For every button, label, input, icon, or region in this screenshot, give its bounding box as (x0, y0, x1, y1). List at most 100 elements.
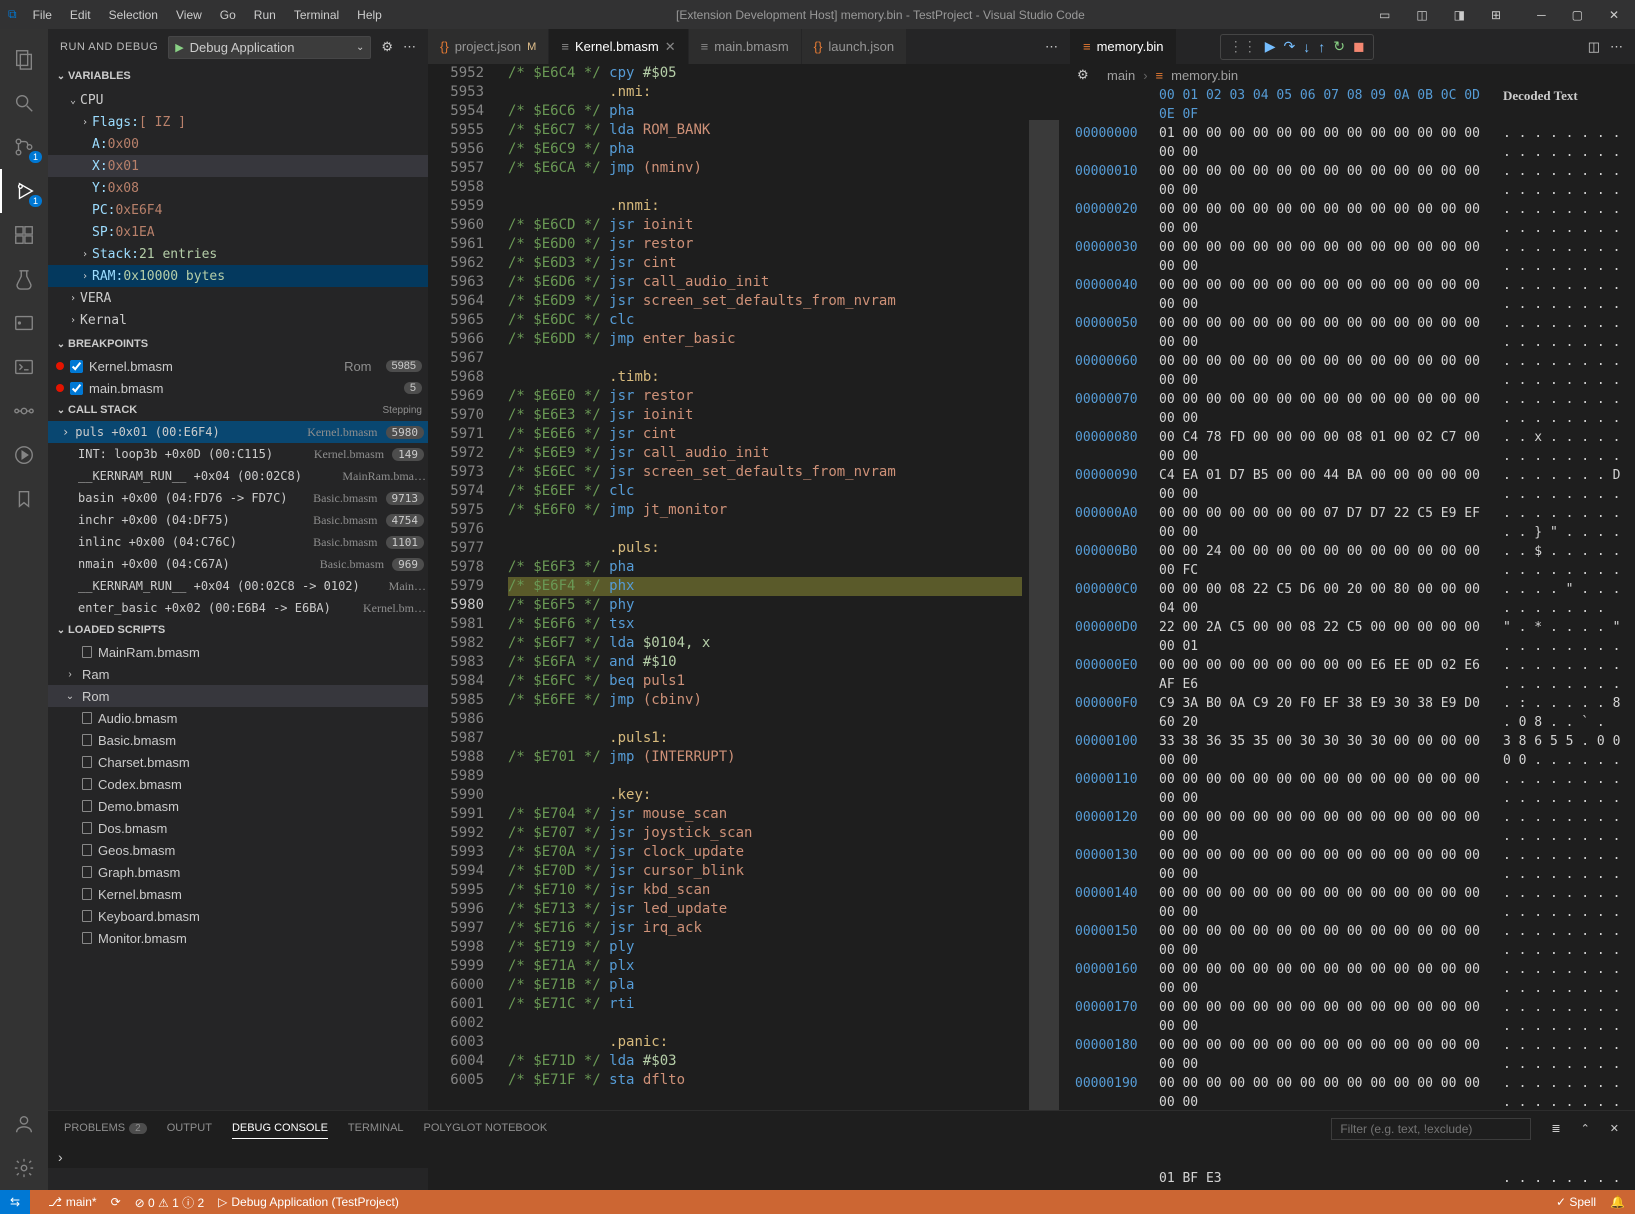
hex-row[interactable]: 0000001000 00 00 00 00 00 00 00 00 00 00… (1075, 162, 1635, 200)
run-debug-icon[interactable]: 1 (0, 169, 48, 213)
code-line[interactable]: /* $E6DC */ clc (508, 311, 1022, 330)
menu-selection[interactable]: Selection (101, 4, 166, 26)
hex-row[interactable]: 0000015000 00 00 00 00 00 00 00 00 00 00… (1075, 922, 1635, 960)
code-line[interactable]: /* $E71F */ sta dflto (508, 1071, 1022, 1090)
section-loaded[interactable]: ⌄LOADED SCRIPTS (48, 619, 428, 641)
code-line[interactable]: .puls: (508, 539, 1022, 558)
explorer-icon[interactable] (0, 37, 48, 81)
hex-row[interactable]: 00000090C4 EA 01 D7 B5 00 00 44 BA 00 00… (1075, 466, 1635, 504)
cpu-register[interactable]: SP: 0x1EA (48, 221, 428, 243)
code-line[interactable]: /* $E6D0 */ jsr restor (508, 235, 1022, 254)
hex-row[interactable]: 0000011000 00 00 00 00 00 00 00 00 00 00… (1075, 770, 1635, 808)
code-line[interactable]: /* $E6CD */ jsr ioinit (508, 216, 1022, 235)
code-line[interactable]: /* $E716 */ jsr irq_ack (508, 919, 1022, 938)
hex-row[interactable]: 000000F0C9 3A B0 0A C9 20 F0 EF 38 E9 30… (1075, 694, 1635, 732)
code-line[interactable]: /* $E6D3 */ jsr cint (508, 254, 1022, 273)
hex-row[interactable]: 0000002000 00 00 00 00 00 00 00 00 00 00… (1075, 200, 1635, 238)
editor-tab[interactable]: {}project.jsonM (428, 29, 549, 64)
continue-icon[interactable]: ▶ (1265, 38, 1276, 55)
loaded-script[interactable]: Charset.bmasm (48, 751, 428, 773)
cpu-register[interactable]: ›Flags: [ IZ ] (48, 111, 428, 133)
chevron-down-icon[interactable]: ⌄ (356, 42, 364, 53)
code-line[interactable]: /* $E6E6 */ jsr cint (508, 425, 1022, 444)
loaded-mainram[interactable]: MainRam.bmasm (48, 641, 428, 663)
hex-row[interactable]: 0000018000 00 00 00 00 00 00 00 00 00 00… (1075, 1036, 1635, 1074)
code-line[interactable]: /* $E704 */ jsr mouse_scan (508, 805, 1022, 824)
menu-run[interactable]: Run (246, 4, 284, 26)
code-line[interactable]: /* $E6F3 */ pha (508, 558, 1022, 577)
code-line[interactable] (508, 1014, 1022, 1033)
editor-tab[interactable]: {}launch.json (802, 29, 907, 64)
close-icon[interactable]: ✕ (1601, 4, 1627, 26)
var-cpu[interactable]: ⌄CPU (48, 89, 428, 111)
hex-row[interactable]: 0000013000 00 00 00 00 00 00 00 00 00 00… (1075, 846, 1635, 884)
callstack-frame[interactable]: inlinc +0x00 (04:C76C)Basic.bmasm1101 (48, 531, 428, 553)
code-line[interactable]: /* $E710 */ jsr kbd_scan (508, 881, 1022, 900)
source-control-icon[interactable]: 1 (0, 125, 48, 169)
code-line[interactable]: /* $E6C9 */ pha (508, 140, 1022, 159)
code-line[interactable]: /* $E6FA */ and #$10 (508, 653, 1022, 672)
hex-row[interactable]: 000001C04C E2 00 07 42 25 BB CF EC CF 54… (1075, 1188, 1635, 1190)
code-line[interactable] (508, 178, 1022, 197)
section-variables[interactable]: ⌄VARIABLES (48, 65, 428, 87)
references-icon[interactable] (0, 389, 48, 433)
code-line[interactable] (508, 520, 1022, 539)
editor-tab[interactable]: ≡Kernel.bmasm✕ (549, 29, 688, 64)
maximize-icon[interactable]: ▢ (1564, 4, 1591, 26)
panel-tab-polyglot-notebook[interactable]: POLYGLOT NOTEBOOK (424, 1118, 548, 1139)
menu-edit[interactable]: Edit (62, 4, 99, 26)
hex-row[interactable]: 0000005000 00 00 00 00 00 00 00 00 00 00… (1075, 314, 1635, 352)
callstack-frame[interactable]: › puls +0x01 (00:E6F4)Kernel.bmasm5980 (48, 421, 428, 443)
hex-row[interactable]: 0000004000 00 00 00 00 00 00 00 00 00 00… (1075, 276, 1635, 314)
minimap[interactable] (1022, 64, 1070, 1190)
code-line[interactable]: /* $E6C7 */ lda ROM_BANK (508, 121, 1022, 140)
code-line[interactable]: .nmi: (508, 83, 1022, 102)
code-line[interactable]: /* $E719 */ ply (508, 938, 1022, 957)
menu-help[interactable]: Help (349, 4, 390, 26)
loaded-script[interactable]: Graph.bmasm (48, 861, 428, 883)
loaded-script[interactable]: Geos.bmasm (48, 839, 428, 861)
code-line[interactable]: /* $E6F6 */ tsx (508, 615, 1022, 634)
cpu-register[interactable]: A: 0x00 (48, 133, 428, 155)
play-icon[interactable] (0, 433, 48, 477)
extensions-icon[interactable] (0, 213, 48, 257)
callstack-frame[interactable]: basin +0x00 (04:FD76 -> FD7C)Basic.bmasm… (48, 487, 428, 509)
layout-icon[interactable]: ◫ (1408, 4, 1435, 26)
section-callstack[interactable]: ⌄CALL STACKStepping (48, 399, 428, 421)
split-icon[interactable]: ◫ (1588, 39, 1600, 55)
loaded-script[interactable]: Kernel.bmasm (48, 883, 428, 905)
code-line[interactable]: .timb: (508, 368, 1022, 387)
callstack-frame[interactable]: enter_basic +0x02 (00:E6B4 -> E6BA)Kerne… (48, 597, 428, 619)
close-tab-icon[interactable]: ✕ (665, 39, 676, 55)
menu-go[interactable]: Go (212, 4, 244, 26)
step-over-icon[interactable]: ↷ (1283, 38, 1295, 55)
code-line[interactable]: /* $E707 */ jsr joystick_scan (508, 824, 1022, 843)
start-debug-icon[interactable]: ▶ (175, 41, 183, 54)
hex-row[interactable]: 0000000001 00 00 00 00 00 00 00 00 00 00… (1075, 124, 1635, 162)
minimize-icon[interactable]: ─ (1529, 4, 1554, 26)
editor-tab[interactable]: ≡main.bmasm (689, 29, 802, 64)
code-line[interactable]: .key: (508, 786, 1022, 805)
panel-tab-debug-console[interactable]: DEBUG CONSOLE (232, 1118, 328, 1139)
loaded-rom[interactable]: ⌄Rom (48, 685, 428, 707)
breakpoint-row[interactable]: main.bmasm5 (48, 377, 428, 399)
var-ram[interactable]: ›RAM: 0x10000 bytes (48, 265, 428, 287)
hex-row[interactable]: 000000C000 00 00 08 22 C5 D6 00 20 00 80… (1075, 580, 1635, 618)
code-line[interactable] (508, 767, 1022, 786)
hex-row[interactable]: 0000008000 C4 78 FD 00 00 00 00 08 01 00… (1075, 428, 1635, 466)
code-line[interactable]: /* $E6EF */ clc (508, 482, 1022, 501)
hex-row[interactable]: 0000010033 38 36 35 35 00 30 30 30 30 00… (1075, 732, 1635, 770)
hex-row[interactable]: 0000016000 00 00 00 00 00 00 00 00 00 00… (1075, 960, 1635, 998)
terminal-icon[interactable] (0, 345, 48, 389)
callstack-frame[interactable]: inchr +0x00 (04:DF75)Basic.bmasm4754 (48, 509, 428, 531)
breakpoint-checkbox[interactable] (70, 382, 83, 395)
code-line[interactable]: /* $E6D6 */ jsr call_audio_init (508, 273, 1022, 292)
loaded-script[interactable]: Monitor.bmasm (48, 927, 428, 949)
loaded-script[interactable]: Dos.bmasm (48, 817, 428, 839)
more-icon[interactable]: ⋯ (1045, 39, 1058, 55)
step-out-icon[interactable]: ↑ (1318, 39, 1325, 55)
loaded-script[interactable]: Basic.bmasm (48, 729, 428, 751)
notifications-icon[interactable]: 🔔 (1610, 1195, 1625, 1209)
spell-check[interactable]: ✓ Spell (1556, 1195, 1596, 1209)
code-line[interactable]: .panic: (508, 1033, 1022, 1052)
